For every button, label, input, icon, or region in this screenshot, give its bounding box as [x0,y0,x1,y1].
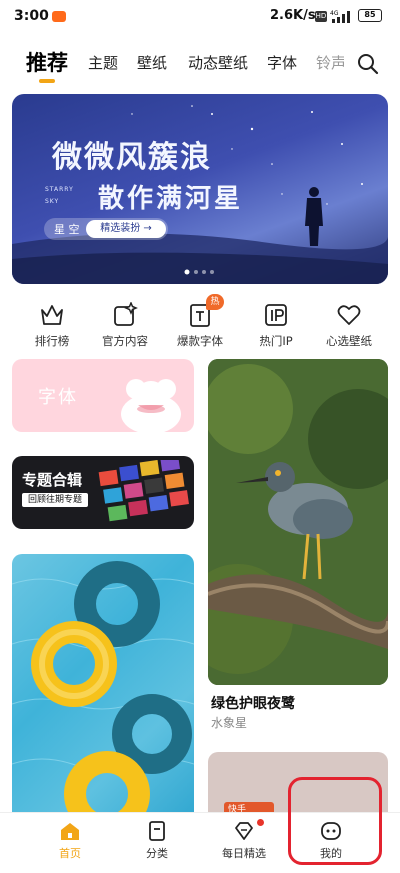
hd-icon: HD [315,11,327,22]
tab-ringtone[interactable]: 铃声 [316,52,344,73]
network-type: 4G [330,10,339,17]
font-card[interactable]: 字体 [12,359,194,432]
topic-card-subtitle: 回顾往期专题 [22,493,88,507]
tab-recommend[interactable]: 推荐 [26,47,68,77]
tab-font[interactable]: 字体 [267,52,297,73]
pool-rings-image [12,561,194,824]
nav-home[interactable]: 首页 [30,820,110,861]
category-icon [149,821,165,841]
nav-category[interactable]: 分类 [117,820,197,861]
carousel-dots [184,269,214,275]
heart-icon [337,305,361,325]
recording-icon [52,11,66,22]
quick-item-hot-font[interactable]: 爆款字体 [164,302,236,349]
highlight-box [288,777,382,865]
heron-card-title[interactable]: 绿色护眼夜鹭 [211,693,295,713]
heron-card[interactable] [208,359,388,685]
banner-cta-button[interactable]: 精选装扮 → [86,220,166,238]
search-icon[interactable] [356,52,380,76]
quick-item-label: 官方内容 [102,334,148,348]
status-bar: 3:00 2.6K/s HD 4G 85 [0,0,400,34]
hot-badge: 热 [206,294,224,310]
font-card-title: 字体 [38,387,78,408]
pool-float-card[interactable] [12,554,194,824]
sparkle-icon [114,302,138,326]
battery-icon: 85 [358,9,382,22]
quick-item-label: 热门IP [259,334,293,348]
person-silhouette [305,187,323,246]
banner-en-line1: STARRY [45,186,74,193]
nav-daily-picks-label: 每日精选 [222,847,266,860]
topic-card[interactable]: 专题合辑 回顾往期专题 [12,456,194,529]
nav-daily-picks[interactable]: 每日精选 [204,820,284,861]
quick-item-hot-ip[interactable]: 热门IP [240,302,312,349]
signal-icon: 4G [330,10,350,23]
ip-icon [265,304,287,326]
quick-item-wallpaper[interactable]: 心选壁纸 [313,302,385,349]
plush-toy-image [121,379,181,432]
crown-icon [41,305,63,325]
quick-item-ranking[interactable]: 排行榜 [16,302,88,349]
quick-item-official[interactable]: 官方内容 [89,302,161,349]
banner-chip-label: 星 空 [54,223,80,236]
banner-en-line2: SKY [45,198,60,205]
banner-title-line2: 散作满河星 [98,184,244,214]
quick-item-label: 排行榜 [34,334,70,348]
tab-theme[interactable]: 主题 [88,52,118,73]
topic-collage-image [98,460,189,522]
status-time: 3:00 [14,8,49,24]
quick-item-label: 爆款字体 [177,334,223,348]
nav-category-label: 分类 [146,847,168,860]
heron-card-author: 水象星 [211,716,248,730]
notification-dot [257,819,264,826]
banner-chip: 星 空 精选装扮 → [44,218,168,240]
network-speed: 2.6K/s [270,8,316,23]
diamond-icon [235,822,253,840]
quick-item-label: 心选壁纸 [326,334,372,348]
heron-image [208,359,388,685]
home-icon [61,823,79,840]
tab-wallpaper[interactable]: 壁纸 [137,52,167,73]
banner-title-line1: 微微风簇浪 [52,140,212,175]
active-tab-indicator [39,79,55,83]
tab-live-wallpaper[interactable]: 动态壁纸 [188,52,248,73]
nav-home-label: 首页 [59,847,81,860]
topic-card-title: 专题合辑 [22,471,83,489]
banner[interactable]: 微微风簇浪 STARRY SKY 散作满河星 星 空 精选装扮 → [12,94,388,284]
